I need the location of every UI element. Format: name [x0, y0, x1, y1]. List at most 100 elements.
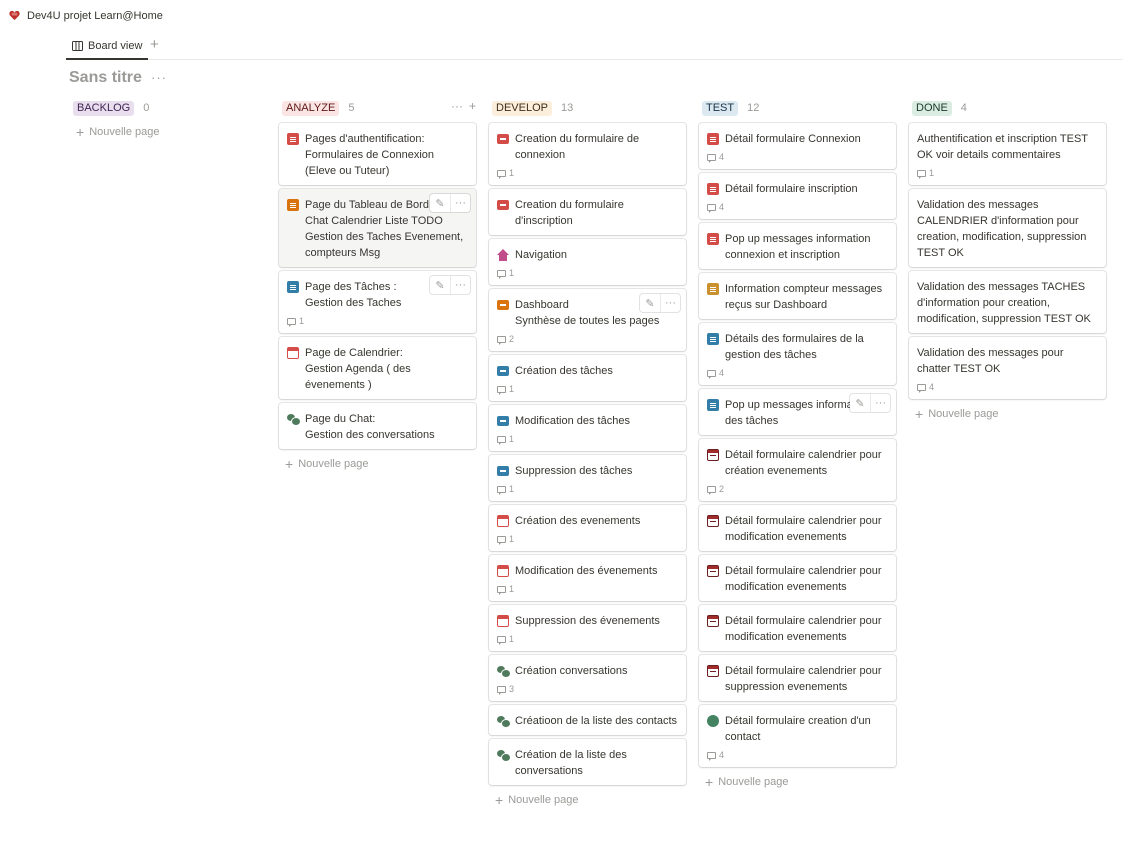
board-card[interactable]: Création des evenements 1: [489, 505, 686, 551]
calendar-icon: [707, 515, 719, 527]
card-title-row: Création conversations: [497, 663, 678, 679]
card-hover-tools: ✎ ···: [430, 194, 470, 212]
board-card[interactable]: Dashboard Synthèse de toutes les pages 2 ✎…: [489, 289, 686, 351]
calendar-icon: [497, 565, 509, 577]
comment-icon: [707, 369, 716, 379]
card-title-row: Authentification et inscription TEST OK …: [917, 131, 1098, 163]
board-card[interactable]: Information compteur messages reçus sur …: [699, 273, 896, 319]
status-badge[interactable]: ANALYZE: [282, 100, 340, 116]
board-card[interactable]: Détail formulaire Connexion 4: [699, 123, 896, 169]
board-card[interactable]: Authentification et inscription TEST OK …: [909, 123, 1106, 185]
board-card[interactable]: Suppression des évenements 1: [489, 605, 686, 651]
new-page-button[interactable]: + Nouvelle page: [489, 792, 686, 808]
comment-icon: [497, 435, 506, 445]
comment-count: 1: [497, 533, 678, 545]
new-page-button[interactable]: + Nouvelle page: [279, 456, 476, 472]
card-title-row: Création des tâches: [497, 363, 678, 379]
board-card[interactable]: Creation du formulaire de connexion 1: [489, 123, 686, 185]
board-card[interactable]: Détail formulaire inscription 4: [699, 173, 896, 219]
board-card[interactable]: Création des tâches 1: [489, 355, 686, 401]
card-title: Détail formulaire calendrier pour modifi…: [725, 515, 882, 543]
comment-count-value: 4: [929, 382, 935, 392]
blue-folder-icon: [497, 416, 509, 426]
new-page-button[interactable]: + Nouvelle page: [70, 124, 267, 140]
new-page-label: Nouvelle page: [718, 776, 789, 788]
column-more-icon[interactable]: ···: [451, 99, 463, 113]
comment-icon: [497, 485, 506, 495]
comment-count-value: 1: [509, 534, 515, 544]
edit-pencil-icon[interactable]: ✎: [640, 294, 660, 312]
new-page-button[interactable]: + Nouvelle page: [909, 406, 1106, 422]
card-more-icon[interactable]: ···: [450, 276, 470, 294]
board-card[interactable]: Détail formulaire calendrier pour suppre…: [699, 655, 896, 701]
board-card[interactable]: Validation des messages CALENDRIER d'inf…: [909, 189, 1106, 267]
column-header: BACKLOG 0: [70, 99, 267, 117]
status-badge[interactable]: DEVELOP: [492, 100, 552, 116]
status-badge[interactable]: TEST: [702, 100, 739, 116]
board-card[interactable]: Page de Calendrier: Gestion Agenda ( des…: [279, 337, 476, 399]
board-card[interactable]: Page des Tâches : Gestion des Taches 1 ✎ ··…: [279, 271, 476, 333]
card-title: Navigation: [515, 249, 567, 261]
database-title[interactable]: Sans titre: [69, 69, 142, 87]
board-card[interactable]: Détail formulaire calendrier pour modifi…: [699, 505, 896, 551]
board-card[interactable]: Modification des évenements 1: [489, 555, 686, 601]
edit-pencil-icon[interactable]: ✎: [430, 194, 450, 212]
card-title-row: Validation des messages TACHES d'informa…: [917, 279, 1098, 327]
card-more-icon[interactable]: ···: [450, 194, 470, 212]
card-title: Création des evenements: [515, 515, 641, 527]
board-card[interactable]: Validation des messages TACHES d'informa…: [909, 271, 1106, 333]
card-title: Validation des messages pour chatter TES…: [917, 347, 1064, 375]
card-title: Créatioon de la liste des contacts: [515, 715, 678, 727]
calendar-icon: [707, 615, 719, 627]
board-card[interactable]: Page du Tableau de Bord : Chat Calendrie…: [279, 189, 476, 267]
database-more-icon[interactable]: ···: [151, 70, 167, 85]
card-title: Authentification et inscription TEST OK …: [917, 133, 1088, 161]
board-card[interactable]: Pages d'authentification: Formulaires de…: [279, 123, 476, 185]
card-title-row: Créatioon de la liste des contacts: [497, 713, 678, 729]
board-card[interactable]: Détail formulaire calendrier pour créati…: [699, 439, 896, 501]
new-page-button[interactable]: + Nouvelle page: [699, 774, 896, 790]
board-card[interactable]: Détails des formulaires de la gestion de…: [699, 323, 896, 385]
card-title-row: Pages d'authentification: Formulaires de…: [287, 131, 468, 179]
board-card[interactable]: Détail formulaire calendrier pour modifi…: [699, 555, 896, 601]
card-more-icon[interactable]: ···: [660, 294, 680, 312]
board-card[interactable]: Creation du formulaire d'inscription: [489, 189, 686, 235]
plus-icon: +: [76, 124, 85, 140]
board-card[interactable]: Suppression des tâches 1: [489, 455, 686, 501]
workspace-title[interactable]: Dev4U projet Learn@Home: [27, 10, 163, 22]
board-card[interactable]: Navigation 1: [489, 239, 686, 285]
blue-document-icon: [707, 333, 719, 345]
column-add-icon[interactable]: +: [469, 99, 476, 113]
board-card[interactable]: Détail formulaire calendrier pour modifi…: [699, 605, 896, 651]
card-title: Page de Calendrier: Gestion Agenda ( des…: [305, 347, 411, 391]
comment-count-value: 1: [509, 584, 515, 594]
board-column-develop: DEVELOP 13 Creation du formulaire de conne…: [489, 99, 686, 808]
card-title-row: Création des evenements: [497, 513, 678, 529]
board-card[interactable]: Pop up messages information connexion et…: [699, 223, 896, 269]
edit-pencil-icon[interactable]: ✎: [850, 394, 870, 412]
board-card[interactable]: Détail formulaire creation d'un contact 4: [699, 705, 896, 767]
status-badge[interactable]: DONE: [912, 100, 952, 116]
comment-count-value: 1: [509, 268, 515, 278]
card-title: Détail formulaire calendrier pour suppre…: [725, 665, 882, 693]
column-header: DONE 4: [909, 99, 1106, 117]
edit-pencil-icon[interactable]: ✎: [430, 276, 450, 294]
add-view-plus-icon[interactable]: +: [150, 36, 159, 54]
board-card[interactable]: Validation des messages pour chatter TES…: [909, 337, 1106, 399]
board-card[interactable]: Créatioon de la liste des contacts: [489, 705, 686, 735]
board-card[interactable]: Modification des tâches 1: [489, 405, 686, 451]
tab-board-view[interactable]: Board view: [66, 34, 149, 60]
board-card[interactable]: Page du Chat: Gestion des conversations: [279, 403, 476, 449]
board-card[interactable]: Pop up messages information des tâches ✎ ·…: [699, 389, 896, 435]
status-badge[interactable]: BACKLOG: [73, 100, 135, 116]
board-card[interactable]: Création conversations 3: [489, 655, 686, 701]
comment-icon: [707, 751, 716, 761]
comment-count: 4: [707, 749, 888, 761]
card-title: Validation des messages TACHES d'informa…: [917, 281, 1091, 325]
card-title: Pop up messages information connexion et…: [725, 233, 871, 261]
board-column-backlog: BACKLOG 0 + Nouvelle page: [70, 99, 267, 140]
card-title: Dashboard Synthèse de toutes les pages: [515, 299, 660, 327]
board-card[interactable]: Création de la liste des conversations: [489, 739, 686, 785]
card-title-row: Détail formulaire creation d'un contact: [707, 713, 888, 745]
card-more-icon[interactable]: ···: [870, 394, 890, 412]
